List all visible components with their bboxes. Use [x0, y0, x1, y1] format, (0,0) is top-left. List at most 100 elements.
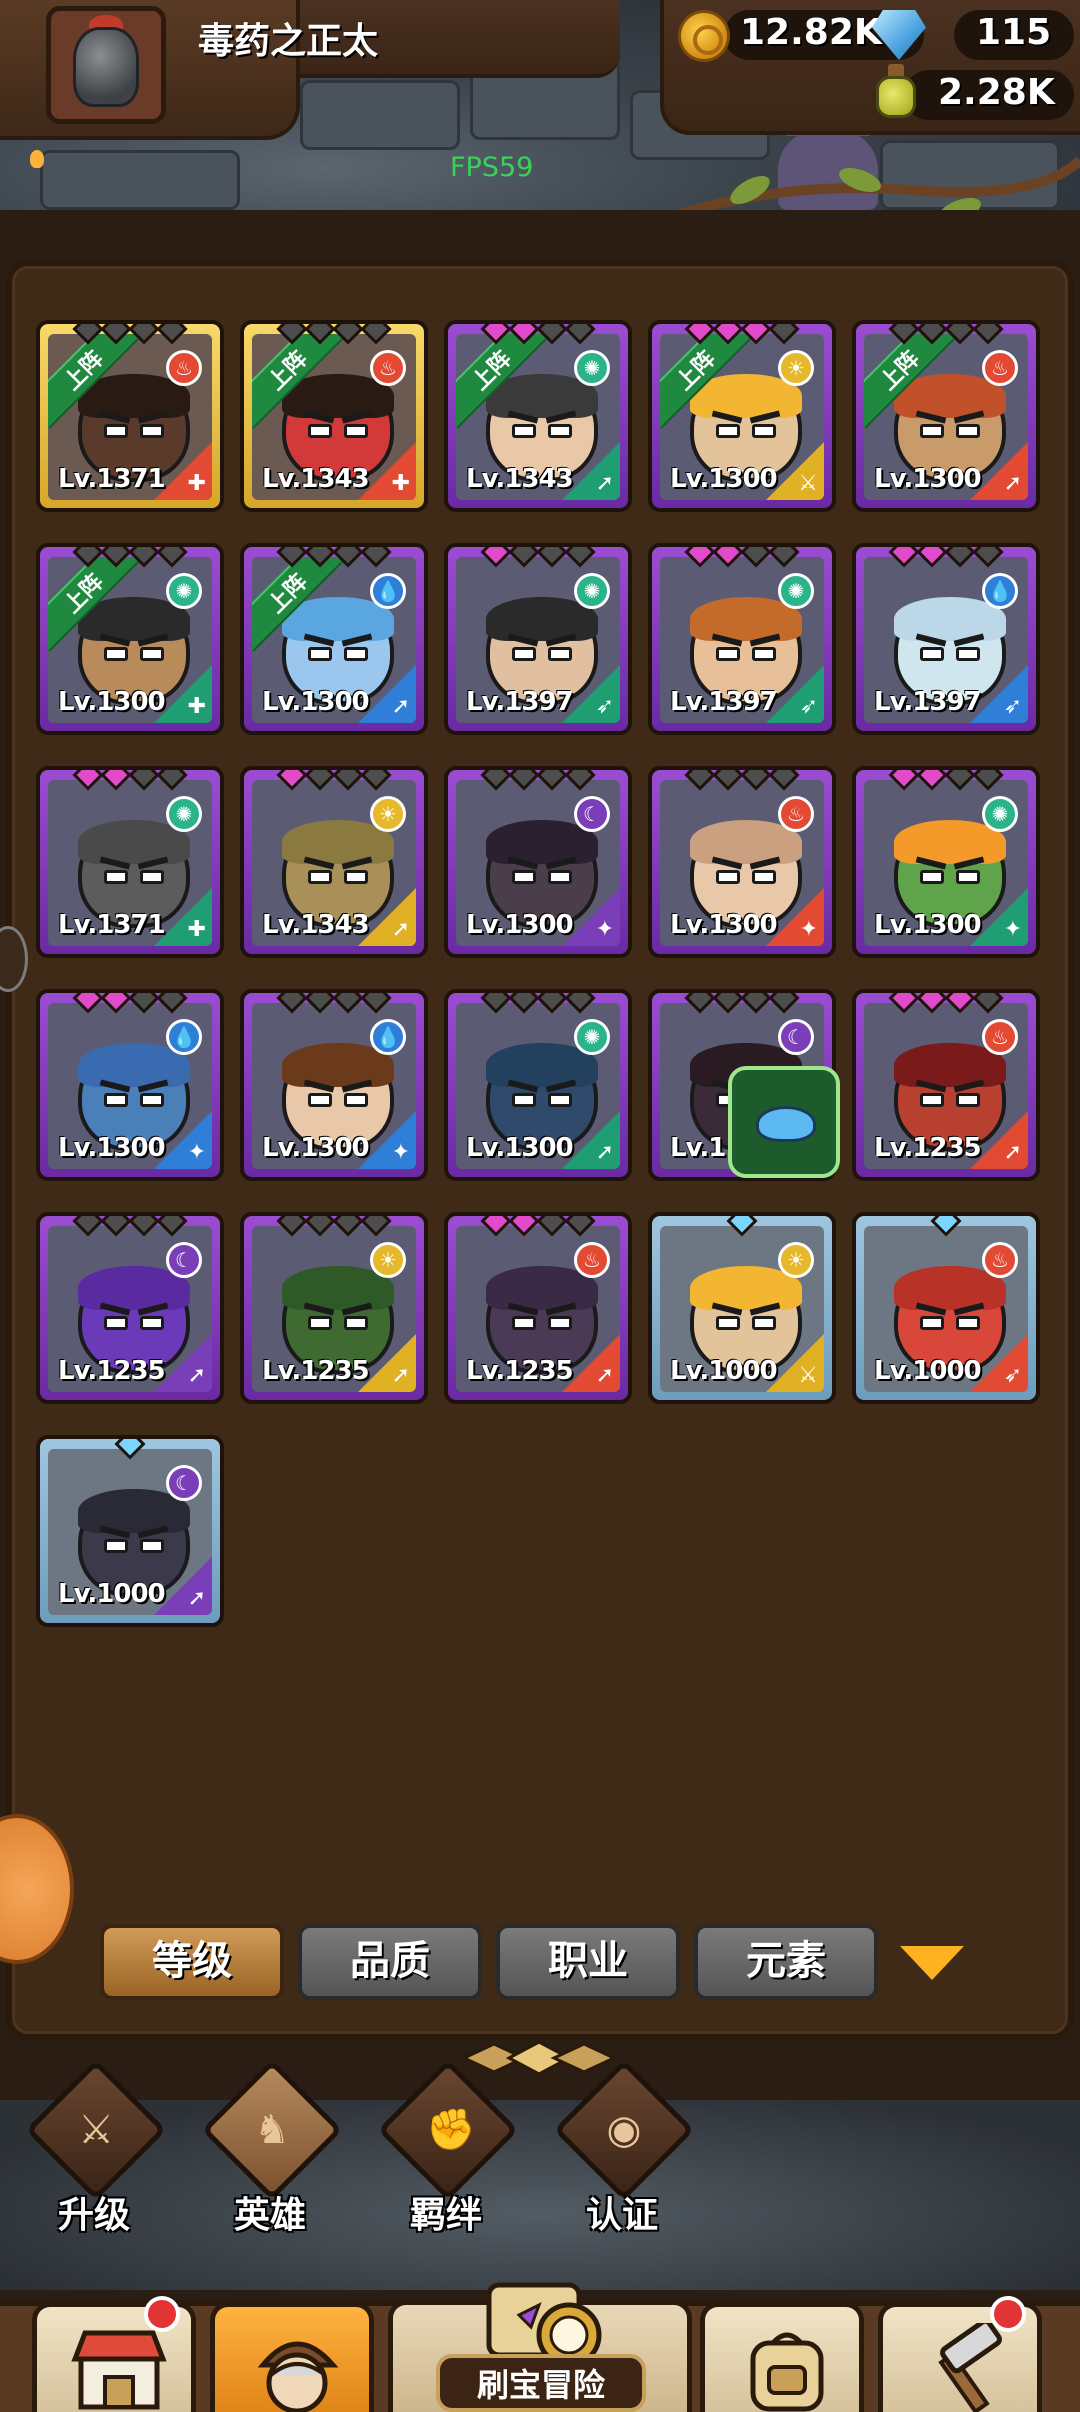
hero-portrait-bg: ♨ ✦ Lv.1300 [660, 780, 824, 946]
hero-card[interactable]: ♨ ➚ Lv.1235 [444, 1212, 632, 1404]
hero-card[interactable]: ✺ ➶ Lv.1397 [444, 543, 632, 735]
hero-portrait-bg: 💧 ➶ Lv.1397 [864, 557, 1028, 723]
fire-element-icon: ♨ [166, 350, 202, 386]
star-icon [360, 1216, 392, 1237]
hero-card[interactable]: ✺ ➶ Lv.1397 [648, 543, 836, 735]
star-icon [332, 1216, 364, 1237]
hero-portrait-bg: ✺ ✦ Lv.1300 [864, 780, 1028, 946]
star-icon [888, 770, 920, 791]
hero-portrait-bg: ♨ ➚ Lv.1235 [456, 1226, 620, 1392]
hero-card[interactable]: 💧 ✦ Lv.1300 [36, 989, 224, 1181]
star-icon [304, 1216, 336, 1237]
star-icon [888, 993, 920, 1014]
hero-level: Lv.1343 [262, 464, 370, 494]
star-icon [100, 324, 132, 345]
hero-portrait-bg: ♨ ➶ Lv.1000 [864, 1226, 1028, 1392]
category-heroes-label: 英雄 [233, 2195, 306, 2236]
star-icon [564, 547, 596, 568]
nav-backpack[interactable] [700, 2302, 864, 2412]
hero-star-rating [652, 1216, 832, 1237]
player-avatar[interactable] [46, 6, 166, 124]
star-icon [768, 993, 800, 1014]
hero-card[interactable]: ☾ ✦ Lv.1300 [444, 766, 632, 958]
star-icon [100, 770, 132, 791]
hero-star-rating [40, 1439, 220, 1460]
hero-card[interactable]: ☀ ⚔ 上阵 Lv.1300 [648, 320, 836, 512]
star-icon [712, 770, 744, 791]
gold-coin-icon[interactable] [678, 10, 730, 62]
candle-flame [30, 150, 44, 168]
star-icon [944, 547, 976, 568]
hero-card[interactable]: ✺ ➚ Lv.1300 [444, 989, 632, 1181]
hero-card[interactable]: ✺ ✦ Lv.1300 [852, 766, 1040, 958]
hero-portrait-bg: ☀ ⚔ 上阵 Lv.1300 [660, 334, 824, 500]
potion-amount: 2.28K [938, 72, 1055, 113]
hero-card[interactable]: ☀ ➚ Lv.1343 [240, 766, 428, 958]
filter-level-button[interactable]: 等级 [100, 1924, 284, 2000]
category-heroes[interactable]: ♞ 英雄 [200, 2059, 343, 2238]
star-icon [536, 1216, 568, 1237]
hero-card[interactable]: ☀ ➚ Lv.1235 [240, 1212, 428, 1404]
hero-star-rating [652, 770, 832, 791]
star-icon [536, 993, 568, 1014]
hero-card[interactable]: 💧 ➚ 上阵 Lv.1300 [240, 543, 428, 735]
category-upgrade[interactable]: ⚔ 升级 [24, 2059, 167, 2238]
hero-star-rating [244, 324, 424, 345]
star-icon [536, 324, 568, 345]
hero-star-rating [856, 993, 1036, 1014]
hero-card[interactable]: ♨ ➶ Lv.1000 [852, 1212, 1040, 1404]
star-icon [916, 770, 948, 791]
hero-card[interactable]: ♨ ✚ 上阵 Lv.1371 [36, 320, 224, 512]
category-certify[interactable]: ◉ 认证 [552, 2059, 695, 2238]
hero-card[interactable]: ✺ ➚ 上阵 Lv.1343 [444, 320, 632, 512]
star-icon [888, 324, 920, 345]
star-icon [888, 547, 920, 568]
star-icon [360, 547, 392, 568]
filter-quality-button[interactable]: 品质 [298, 1924, 482, 2000]
hero-star-rating [40, 993, 220, 1014]
star-icon [972, 547, 1004, 568]
sort-filter-bar: 等级 品质 职业 元素 [100, 1924, 1000, 2004]
hero-card[interactable]: ♨ ➚ 上阵 Lv.1300 [852, 320, 1040, 512]
hero-star-rating [244, 993, 424, 1014]
star-icon [564, 993, 596, 1014]
hero-card[interactable]: ☾ ➚ Lv.1235 [36, 1212, 224, 1404]
star-icon [740, 324, 772, 345]
filter-dropdown-caret-icon[interactable] [900, 1946, 964, 1980]
crab-icon [756, 1106, 816, 1142]
hero-card[interactable]: 💧 ➶ Lv.1397 [852, 543, 1040, 735]
star-icon [156, 324, 188, 345]
hero-card[interactable]: ✺ ✚ Lv.1371 [36, 766, 224, 958]
hero-card[interactable]: ♨ ✚ 上阵 Lv.1343 [240, 320, 428, 512]
star-icon [564, 1216, 596, 1237]
potion-icon[interactable] [874, 64, 918, 120]
hero-star-rating [856, 547, 1036, 568]
category-bonds[interactable]: ✊ 羁绊 [376, 2059, 519, 2238]
filter-class-button[interactable]: 职业 [496, 1924, 680, 2000]
star-icon [128, 770, 160, 791]
hero-portrait-bg: ♨ ✚ 上阵 Lv.1343 [252, 334, 416, 500]
hero-card[interactable]: ✺ ✚ 上阵 Lv.1300 [36, 543, 224, 735]
eye-icon: ◉ [606, 2107, 642, 2153]
hero-card[interactable]: ♨ ➚ Lv.1235 [852, 989, 1040, 1181]
star-icon [508, 1216, 540, 1237]
hero-card[interactable]: ♨ ✦ Lv.1300 [648, 766, 836, 958]
gem-amount: 115 [976, 12, 1052, 53]
hero-level: Lv.1235 [874, 1133, 982, 1163]
hero-portrait-bg: 💧 ➚ 上阵 Lv.1300 [252, 557, 416, 723]
star-icon [972, 324, 1004, 345]
water-element-icon: 💧 [370, 573, 406, 609]
hero-card[interactable]: ☾ ➚ Lv.1000 [36, 1435, 224, 1627]
hero-star-rating [244, 770, 424, 791]
hero-card[interactable]: 💧 ✦ Lv.1300 [240, 989, 428, 1181]
filter-element-button[interactable]: 元素 [694, 1924, 878, 2000]
star-icon [72, 770, 104, 791]
star-icon [360, 324, 392, 345]
nav-hero[interactable] [210, 2302, 374, 2412]
shop-notification-badge [144, 2296, 180, 2332]
star-icon [276, 1216, 308, 1237]
star-icon [332, 324, 364, 345]
hero-card[interactable]: ☀ ⚔ Lv.1000 [648, 1212, 836, 1404]
crab-pet-bubble[interactable] [728, 1066, 840, 1178]
star-icon [304, 324, 336, 345]
